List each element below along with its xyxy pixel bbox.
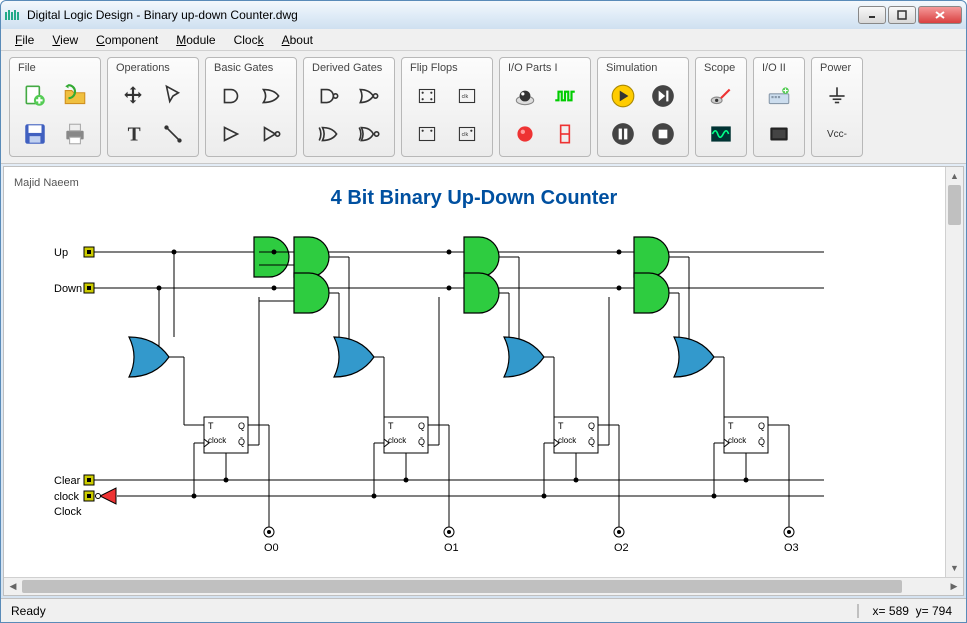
vcc-button[interactable]: Vcc- [818,116,856,152]
buffer-gate-button[interactable] [212,116,250,152]
menu-view[interactable]: View [44,31,86,49]
svg-text:T: T [128,125,141,146]
svg-text:O0: O0 [264,542,279,554]
titlebar: Digital Logic Design - Binary up-down Co… [1,1,966,29]
stop-button[interactable] [644,116,682,152]
ff1-button[interactable] [408,78,446,114]
ff4-button[interactable]: clk [448,116,486,152]
toolgroup-derived-gates: Derived Gates [303,57,395,157]
svg-text:clk: clk [462,94,469,100]
nand-gate-button[interactable] [310,78,348,114]
svg-text:Up: Up [54,247,68,259]
menubar: File View Component Module Clock About [1,29,966,51]
scroll-down-icon[interactable]: ▼ [946,559,963,577]
ff2-button[interactable]: clk [448,78,486,114]
nor-gate-button[interactable] [350,78,388,114]
xor-gate-button[interactable] [310,116,348,152]
text-tool-button[interactable]: T [114,116,152,152]
svg-text:O1: O1 [444,542,459,554]
minimize-button[interactable] [858,6,886,24]
toolgroup-io2: I/O II [753,57,805,157]
menu-component[interactable]: Component [88,31,166,49]
svg-text:Clock: Clock [54,506,82,518]
toolbar: File Operations T Basic Gates [1,51,966,164]
toolgroup-file: File [9,57,101,157]
menu-file[interactable]: File [7,31,42,49]
move-tool-button[interactable] [114,78,152,114]
pointer-tool-button[interactable] [154,78,192,114]
and-gate-icon [254,237,289,277]
scrollbar-thumb[interactable] [22,580,902,593]
menu-clock[interactable]: Clock [226,31,272,49]
print-button[interactable] [56,116,94,152]
statusbar: Ready x= 589 y= 794 [1,598,966,622]
horizontal-scrollbar[interactable]: ◀ ▶ [4,577,963,595]
design-canvas[interactable]: Majid Naeem 4 Bit Binary Up-Down Counter… [4,167,963,577]
clock-signal-button[interactable] [546,78,584,114]
app-icon [5,8,21,22]
svg-text:clk: clk [462,132,469,138]
display-button[interactable] [760,116,798,152]
or-gate-button[interactable] [252,78,290,114]
svg-text:clock: clock [54,491,80,503]
toolgroup-flip-flops: Flip Flops clk clk [401,57,493,157]
toolgroup-power: Power Vcc- [811,57,863,157]
xnor-gate-button[interactable] [350,116,388,152]
menu-module[interactable]: Module [168,31,223,49]
seven-seg-button[interactable] [546,116,584,152]
toolgroup-basic-gates: Basic Gates [205,57,297,157]
scrollbar-thumb[interactable] [948,185,961,225]
scroll-left-icon[interactable]: ◀ [4,578,22,595]
ff3-button[interactable] [408,116,446,152]
wire-tool-button[interactable] [154,116,192,152]
status-coords: x= 589 y= 794 [858,604,966,618]
svg-text:Clear: Clear [54,475,81,487]
toolgroup-io1: I/O Parts I [499,57,591,157]
led-button[interactable] [506,116,544,152]
svg-text:O2: O2 [614,542,629,554]
not-gate-button[interactable] [252,116,290,152]
ground-button[interactable] [818,78,856,114]
window-title: Digital Logic Design - Binary up-down Co… [27,8,858,22]
and-gate-button[interactable] [212,78,250,114]
push-button[interactable] [506,78,544,114]
scroll-up-icon[interactable]: ▲ [946,167,963,185]
status-text: Ready [1,604,858,618]
probe-button[interactable] [702,78,740,114]
keyboard-button[interactable] [760,78,798,114]
design-canvas-wrap: Majid Naeem 4 Bit Binary Up-Down Counter… [3,166,964,596]
svg-text:Down: Down [54,283,82,295]
scroll-right-icon[interactable]: ▶ [945,578,963,595]
menu-about[interactable]: About [274,31,321,49]
circuit-diagram: TclockQQ̄ Up Down Clear clock Clock [4,167,944,567]
maximize-button[interactable] [888,6,916,24]
step-button[interactable] [644,78,682,114]
toolgroup-simulation: Simulation [597,57,689,157]
close-button[interactable] [918,6,962,24]
save-file-button[interactable] [16,116,54,152]
scope-button[interactable] [702,116,740,152]
svg-text:O3: O3 [784,542,799,554]
pause-button[interactable] [604,116,642,152]
toolgroup-operations: Operations T [107,57,199,157]
new-file-button[interactable] [16,78,54,114]
play-button[interactable] [604,78,642,114]
vertical-scrollbar[interactable]: ▲ ▼ [945,167,963,577]
open-file-button[interactable] [56,78,94,114]
toolgroup-scope: Scope [695,57,747,157]
